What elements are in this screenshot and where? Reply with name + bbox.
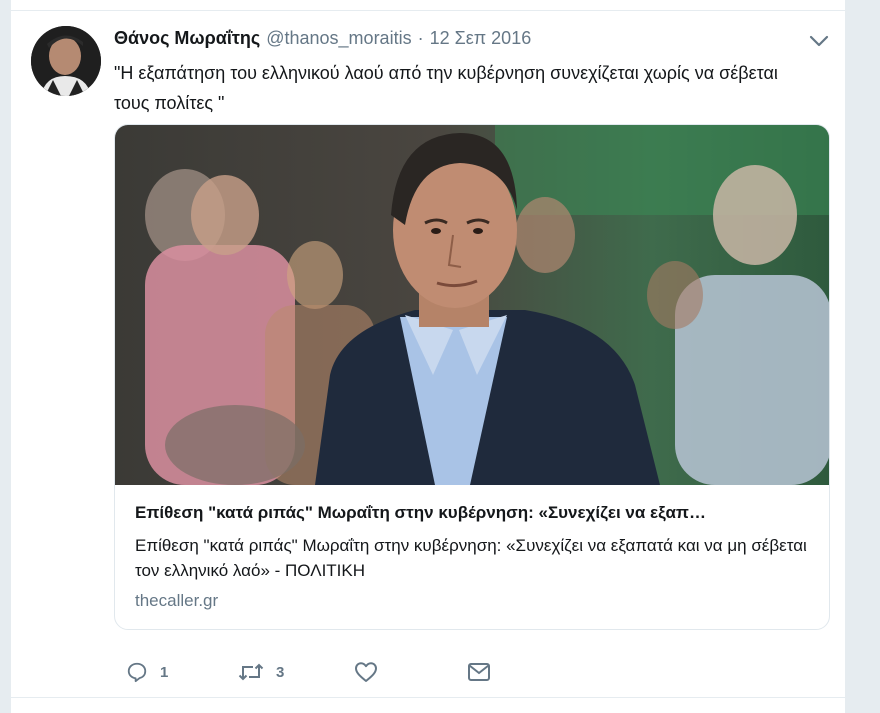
card-body: Επίθεση "κατά ριπάς" Μωραΐτη στην κυβέρν… xyxy=(115,485,829,629)
tweet-header: Θάνος Μωραΐτης @thanos_moraitis · 12 Σεπ… xyxy=(114,28,531,52)
card-description: Επίθεση "κατά ριπάς" Μωραΐτη στην κυβέρν… xyxy=(135,536,807,580)
author-username[interactable]: @thanos_moraitis xyxy=(266,28,411,49)
card-title[interactable]: Επίθεση "κατά ριπάς" Μωραΐτη στην κυβέρν… xyxy=(135,501,811,525)
retweet-count: 3 xyxy=(276,663,285,681)
tweet-text: "Η εξαπάτηση του ελληνικού λαού από την … xyxy=(114,63,778,113)
tweet-timestamp[interactable]: 12 Σεπ 2016 xyxy=(430,28,532,49)
header-separator: · xyxy=(417,28,424,48)
author-avatar[interactable] xyxy=(31,26,101,96)
card-domain: thecaller.gr xyxy=(135,591,219,610)
avatar-photo-icon xyxy=(31,26,101,96)
divider xyxy=(11,10,845,11)
reply-button[interactable]: 1 xyxy=(126,658,168,686)
direct-message-button[interactable] xyxy=(467,658,491,686)
reply-count: 1 xyxy=(160,663,169,681)
card-image xyxy=(115,125,829,485)
page-background-gutter xyxy=(847,0,880,713)
reply-icon xyxy=(127,662,147,683)
more-options-button[interactable] xyxy=(809,34,829,48)
retweet-button[interactable]: 3 xyxy=(238,658,284,686)
retweet-icon xyxy=(238,663,264,681)
divider xyxy=(11,697,845,698)
chevron-down-icon xyxy=(809,35,829,47)
link-card[interactable]: Επίθεση "κατά ριπάς" Μωραΐτη στην κυβέρν… xyxy=(114,124,830,630)
tweet-actions: 1 3 xyxy=(114,658,514,686)
envelope-icon xyxy=(468,663,490,681)
like-button[interactable] xyxy=(354,658,378,686)
author-fullname[interactable]: Θάνος Μωραΐτης xyxy=(114,28,260,49)
timeline-column: Θάνος Μωραΐτης @thanos_moraitis · 12 Σεπ… xyxy=(10,0,846,713)
heart-icon xyxy=(355,662,377,682)
